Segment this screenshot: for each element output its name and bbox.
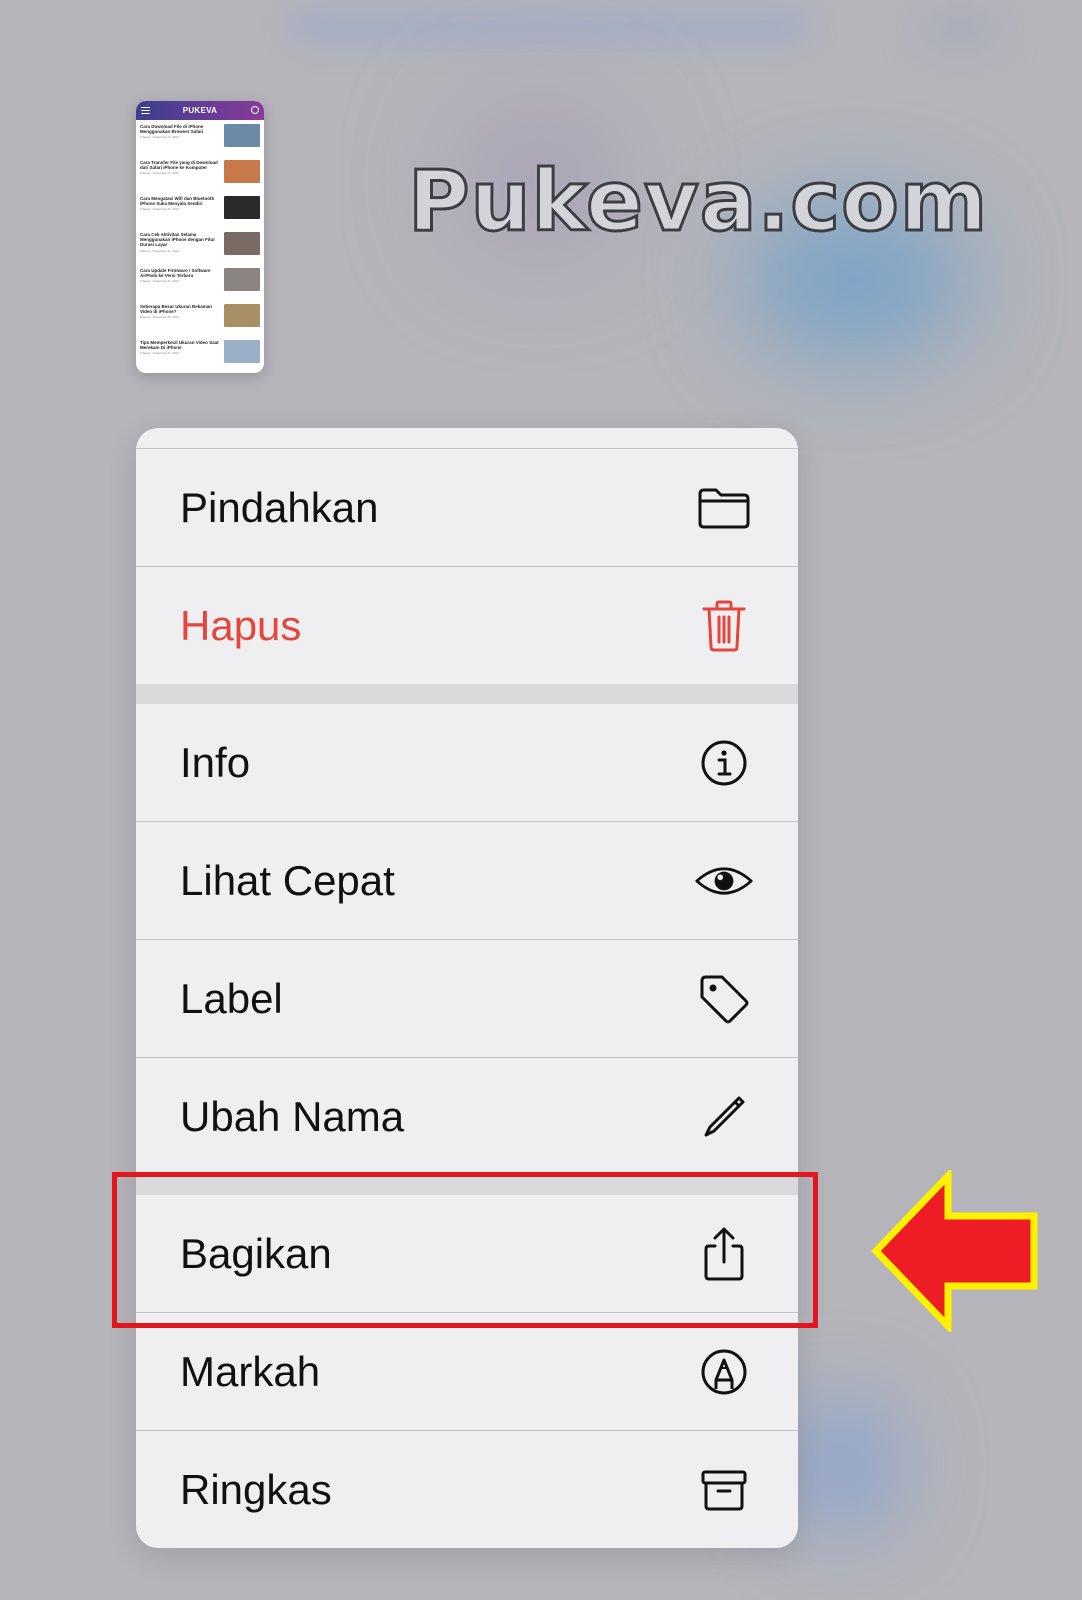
article-title: Cara Download File di iPhone Menggunakan…	[140, 124, 204, 135]
thumbnail-article: Seberapa Besar Ukuran Rekaman Video di i…	[140, 304, 260, 338]
context-menu: Pindahkan Hapus Info Lihat Cepat Label U…	[136, 428, 798, 1548]
thumbnail-article: Tips Memperkecil Ukuran Video Saat Merek…	[140, 340, 260, 373]
article-meta: Pukeva · Desember 20, 2021	[140, 351, 180, 356]
menu-item-lihat-cepat[interactable]: Lihat Cepat	[136, 822, 798, 939]
menu-item-label: Ringkas	[180, 1465, 332, 1513]
article-meta: Pukeva · Desember 24, 2021	[140, 135, 180, 140]
menu-item-label: Pindahkan	[180, 483, 379, 531]
menu-item-label: Lihat Cepat	[180, 856, 395, 904]
highlight-box	[112, 1172, 818, 1328]
thumbnail-article: Cara Mengatasi Wifi dan Bluetooth iPhone…	[140, 196, 260, 230]
menu-item-ringkas[interactable]: Ringkas	[136, 1431, 798, 1548]
menu-item-info[interactable]: Info	[136, 704, 798, 821]
menu-item-label: Info	[180, 738, 251, 786]
thumbnail-article: Cara Download File di iPhone Menggunakan…	[140, 124, 260, 158]
article-meta: Pukeva · Desember 24, 2021	[140, 171, 180, 176]
section-gap	[136, 684, 798, 704]
file-preview-thumbnail[interactable]: PUKEVA Cara Download File di iPhone Meng…	[136, 101, 264, 373]
menu-item-markah[interactable]: Markah	[136, 1313, 798, 1430]
thumbnail-header: PUKEVA	[136, 101, 264, 120]
article-image	[224, 124, 260, 147]
article-image	[224, 304, 260, 327]
article-title: Cara Update Firmware / Software AirPods …	[140, 268, 211, 279]
trash-icon	[694, 596, 754, 656]
article-image	[224, 232, 260, 255]
article-title: Cara Cek Aktivitas Selama Menggunakan iP…	[140, 232, 216, 248]
menu-item-pindahkan[interactable]: Pindahkan	[136, 449, 798, 566]
hamburger-icon	[141, 107, 150, 108]
eye-icon	[694, 851, 754, 911]
tag-icon	[694, 969, 754, 1029]
thumbnail-article-list: Cara Download File di iPhone Menggunakan…	[136, 120, 264, 373]
menu-item-label: Ubah Nama	[180, 1092, 405, 1140]
article-title: Tips Memperkecil Ukuran Video Saat Merek…	[140, 340, 219, 351]
article-image	[224, 268, 260, 291]
info-icon	[694, 733, 754, 793]
thumbnail-site-name: PUKEVA	[182, 106, 218, 115]
archive-icon	[694, 1460, 754, 1520]
thumbnail-article: Cara Cek Aktivitas Selama Menggunakan iP…	[140, 232, 260, 266]
pencil-icon	[694, 1087, 754, 1147]
menu-item-label: Markah	[180, 1347, 321, 1395]
article-meta: Pukeva · Desember 21, 2021	[140, 279, 180, 284]
article-title: Seberapa Besar Ukuran Rekaman Video di i…	[140, 304, 213, 315]
article-image	[224, 160, 260, 183]
thumbnail-article: Cara Update Firmware / Software AirPods …	[140, 268, 260, 302]
article-meta: Pukeva · Desember 21, 2021	[140, 248, 180, 253]
thumbnail-article: Cara Transfer File yang di Download dari…	[140, 160, 260, 194]
article-meta: Pukeva · Desember 22, 2021	[140, 207, 180, 212]
markup-icon	[694, 1342, 754, 1402]
article-title: Cara Mengatasi Wifi dan Bluetooth iPhone…	[140, 196, 215, 207]
menu-item-ubah-nama[interactable]: Ubah Nama	[136, 1058, 798, 1175]
article-image	[224, 340, 260, 363]
menu-item-label: Hapus	[180, 601, 302, 649]
menu-item-label[interactable]: Label	[136, 940, 798, 1057]
article-meta: Pukeva · Desember 20, 2021	[140, 315, 180, 320]
folder-icon	[694, 478, 754, 538]
menu-item-hapus[interactable]: Hapus	[136, 567, 798, 684]
article-image	[224, 196, 260, 219]
pointer-arrow-icon	[871, 1170, 1038, 1332]
watermark: Pukeva.com	[406, 151, 989, 252]
menu-item-label-text: Label	[180, 974, 283, 1022]
article-title: Cara Transfer File yang di Download dari…	[140, 160, 218, 171]
search-icon	[251, 106, 259, 114]
